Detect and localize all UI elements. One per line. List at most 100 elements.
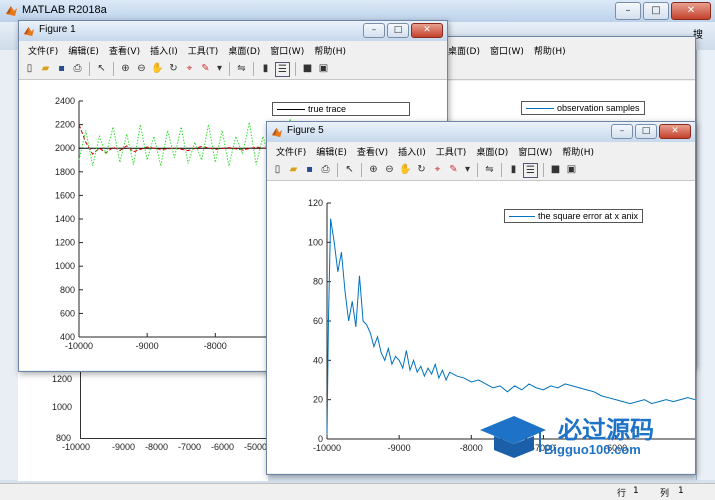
menu-view[interactable]: 查看(V) bbox=[352, 143, 393, 159]
minimize-button[interactable]: – bbox=[363, 23, 385, 38]
show-plot-tools-icon[interactable]: ▣ bbox=[317, 62, 330, 75]
data-cursor-icon[interactable]: ⌖ bbox=[431, 163, 444, 176]
background-figure-lower: 1200 1000 800 -10000 -9000 -8000 -7000 -… bbox=[18, 366, 268, 481]
zoom-in-icon[interactable]: ⊕ bbox=[367, 163, 380, 176]
figure-1-menubar: 文件(F) 编辑(E) 查看(V) 插入(I) 工具(T) 桌面(D) 窗口(W… bbox=[19, 42, 447, 58]
menu-insert[interactable]: 插入(I) bbox=[393, 143, 431, 159]
menu-edit[interactable]: 编辑(E) bbox=[63, 42, 104, 58]
toolbar-separator bbox=[477, 163, 478, 177]
menu-desktop[interactable]: 桌面(D) bbox=[471, 143, 513, 159]
close-button[interactable]: ✕ bbox=[671, 2, 711, 20]
new-figure-icon[interactable]: ▯ bbox=[23, 62, 36, 75]
link-plot-icon[interactable]: ⇋ bbox=[235, 62, 248, 75]
edit-plot-icon[interactable]: ↖ bbox=[343, 163, 356, 176]
menu-desktop[interactable]: 桌面(D) bbox=[223, 42, 265, 58]
y-tick-label: 800 bbox=[60, 285, 75, 295]
legend-icon[interactable]: ☰ bbox=[275, 62, 290, 77]
menu-help[interactable]: 帮助(H) bbox=[309, 42, 351, 58]
menu-view[interactable]: 查看(V) bbox=[104, 42, 145, 58]
figure-1-toolbar: ▯ ▰ ▪ ⎙ ↖ ⊕ ⊖ ✋ ↻ ⌖ ✎ ▾ ⇋ ▮ ☰ ■ ▣ bbox=[19, 59, 447, 80]
row-label: 行 bbox=[617, 489, 627, 499]
figure-5-legend[interactable]: the square error at x anix bbox=[504, 209, 644, 223]
menu-window[interactable]: 窗口(W) bbox=[265, 42, 309, 58]
menu-insert[interactable]: 插入(I) bbox=[145, 42, 183, 58]
figure-5-titlebar[interactable]: Figure 5 – □ ✕ bbox=[267, 122, 695, 142]
maximize-button[interactable]: □ bbox=[635, 124, 657, 139]
new-figure-icon[interactable]: ▯ bbox=[271, 163, 284, 176]
bg-menu-desktop[interactable]: 桌面(D) bbox=[443, 42, 485, 58]
hide-plot-tools-icon[interactable]: ■ bbox=[549, 163, 562, 176]
watermark: 必过源码 Bigguo100.com bbox=[478, 408, 698, 468]
rotate-3d-icon[interactable]: ↻ bbox=[167, 62, 180, 75]
edit-plot-icon[interactable]: ↖ bbox=[95, 62, 108, 75]
y-tick-label: 2200 bbox=[55, 120, 75, 130]
show-plot-tools-icon[interactable]: ▣ bbox=[565, 163, 578, 176]
menu-tools[interactable]: 工具(T) bbox=[183, 42, 224, 58]
menu-edit[interactable]: 编辑(E) bbox=[311, 143, 352, 159]
figure-5-toolbar: ▯ ▰ ▪ ⎙ ↖ ⊕ ⊖ ✋ ↻ ⌖ ✎ ▾ ⇋ ▮ ☰ ■ ▣ bbox=[267, 160, 695, 181]
legend-line-true-trace bbox=[277, 109, 305, 111]
menu-file[interactable]: 文件(F) bbox=[271, 143, 311, 159]
menu-tools[interactable]: 工具(T) bbox=[431, 143, 472, 159]
close-button[interactable]: ✕ bbox=[411, 23, 443, 38]
x-tick-label: -9000 bbox=[136, 341, 159, 351]
open-file-icon[interactable]: ▰ bbox=[287, 163, 300, 176]
menu-window[interactable]: 窗口(W) bbox=[513, 143, 557, 159]
x-tick-label: -9000 bbox=[388, 443, 411, 453]
matlab-title: MATLAB R2018a bbox=[22, 4, 107, 16]
bg-ytick-1200: 1200 bbox=[52, 374, 73, 384]
chevron-down-icon[interactable]: ▾ bbox=[213, 62, 226, 75]
colorbar-icon[interactable]: ▮ bbox=[259, 62, 272, 75]
y-tick-label: 2000 bbox=[55, 143, 75, 153]
y-tick-label: 20 bbox=[313, 395, 323, 405]
legend-line-square-error bbox=[509, 216, 535, 218]
bg-ytick-1000: 1000 bbox=[52, 402, 73, 412]
save-icon[interactable]: ▪ bbox=[303, 163, 316, 176]
graduation-cap-icon bbox=[480, 416, 546, 458]
figure-1-legend[interactable]: true trace bbox=[272, 102, 410, 116]
brush-icon[interactable]: ✎ bbox=[199, 62, 212, 75]
col-label: 列 bbox=[660, 489, 670, 499]
y-tick-label: 600 bbox=[60, 308, 75, 318]
menu-help[interactable]: 帮助(H) bbox=[557, 143, 599, 159]
print-icon[interactable]: ⎙ bbox=[71, 62, 84, 75]
maximize-button[interactable]: □ bbox=[643, 2, 669, 20]
zoom-out-icon[interactable]: ⊖ bbox=[135, 62, 148, 75]
row-value: 1 bbox=[633, 486, 639, 496]
maximize-button[interactable]: □ bbox=[387, 23, 409, 38]
minimize-button[interactable]: – bbox=[615, 2, 641, 20]
link-plot-icon[interactable]: ⇋ bbox=[483, 163, 496, 176]
zoom-out-icon[interactable]: ⊖ bbox=[383, 163, 396, 176]
pan-icon[interactable]: ✋ bbox=[151, 62, 164, 75]
close-button[interactable]: ✕ bbox=[659, 124, 691, 139]
print-icon[interactable]: ⎙ bbox=[319, 163, 332, 176]
y-tick-label: 60 bbox=[313, 316, 323, 326]
matlab-logo-icon bbox=[6, 6, 17, 16]
chevron-down-icon[interactable]: ▾ bbox=[461, 163, 474, 176]
bg-menu-help[interactable]: 帮助(H) bbox=[529, 42, 571, 58]
zoom-in-icon[interactable]: ⊕ bbox=[119, 62, 132, 75]
pan-icon[interactable]: ✋ bbox=[399, 163, 412, 176]
col-value: 1 bbox=[678, 486, 684, 496]
bg-legend-label: observation samples bbox=[557, 103, 640, 113]
rotate-3d-icon[interactable]: ↻ bbox=[415, 163, 428, 176]
brush-icon[interactable]: ✎ bbox=[447, 163, 460, 176]
open-file-icon[interactable]: ▰ bbox=[39, 62, 52, 75]
data-cursor-icon[interactable]: ⌖ bbox=[183, 62, 196, 75]
menu-file[interactable]: 文件(F) bbox=[23, 42, 63, 58]
bg-y-axis bbox=[80, 366, 81, 438]
y-tick-label: 1200 bbox=[55, 238, 75, 248]
bg-menu-window[interactable]: 窗口(W) bbox=[485, 42, 529, 58]
figure-1-titlebar[interactable]: Figure 1 – □ ✕ bbox=[19, 21, 447, 41]
hide-plot-tools-icon[interactable]: ■ bbox=[301, 62, 314, 75]
toolbar-separator bbox=[337, 163, 338, 177]
save-icon[interactable]: ▪ bbox=[55, 62, 68, 75]
figure-1-window-buttons: – □ ✕ bbox=[363, 23, 443, 38]
legend-label-true-trace: true trace bbox=[308, 104, 347, 114]
legend-icon[interactable]: ☰ bbox=[523, 163, 538, 178]
y-tick-label: 40 bbox=[313, 355, 323, 365]
minimize-button[interactable]: – bbox=[611, 124, 633, 139]
matlab-titlebar[interactable]: MATLAB R2018a – □ ✕ bbox=[0, 0, 715, 22]
colorbar-icon[interactable]: ▮ bbox=[507, 163, 520, 176]
y-tick-label: 2400 bbox=[55, 96, 75, 106]
